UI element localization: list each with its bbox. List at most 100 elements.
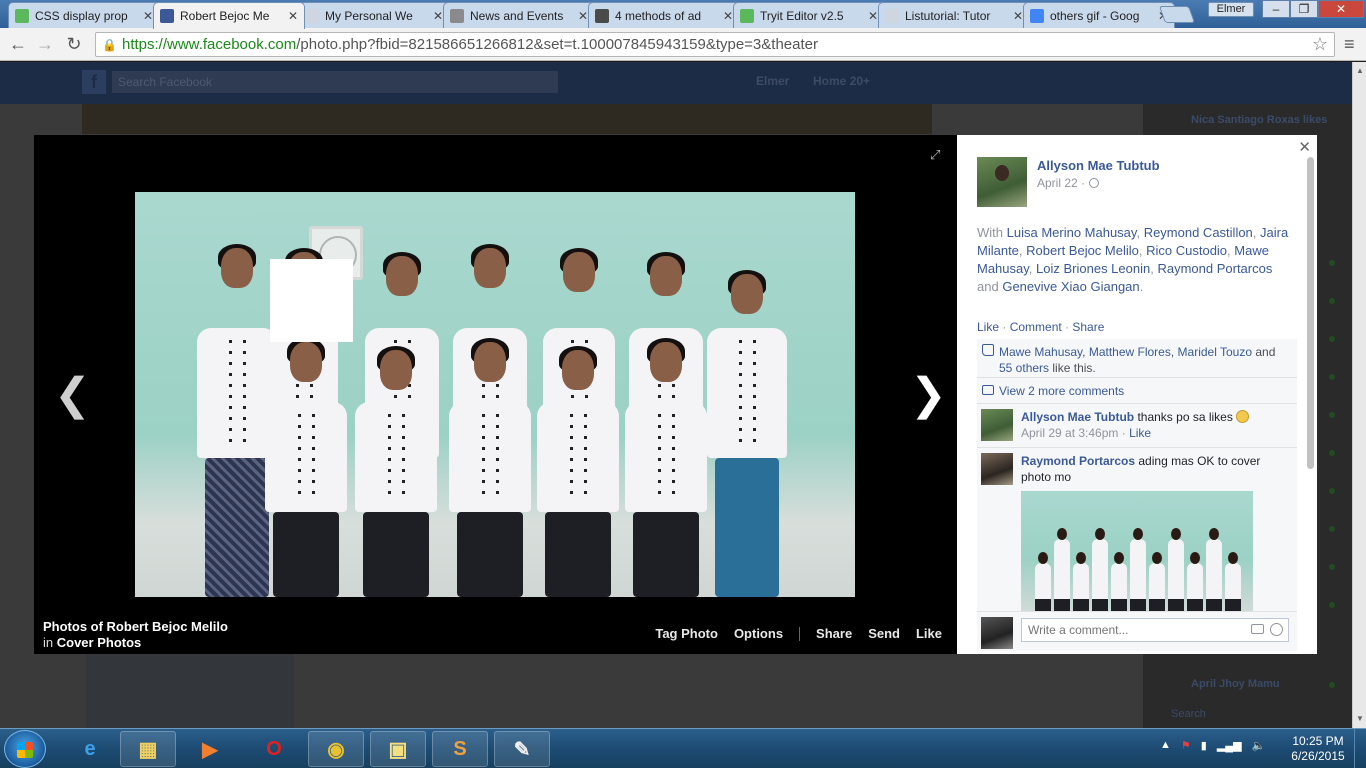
show-desktop-button[interactable] bbox=[1354, 729, 1366, 768]
maximize-button[interactable]: ❐ bbox=[1290, 0, 1318, 18]
volume-icon[interactable]: 🔈 bbox=[1252, 739, 1266, 752]
caption-title[interactable]: Photos of Robert Bejoc Melilo bbox=[43, 619, 228, 635]
browser-tab[interactable]: My Personal We ✕ bbox=[298, 2, 450, 28]
browser-tab[interactable]: others gif - Goog✕ bbox=[1023, 2, 1175, 28]
tagged-person-link[interactable]: Raymond Portarcos bbox=[1157, 261, 1272, 276]
tagged-person-link[interactable]: Robert Bejoc Melilo bbox=[1026, 243, 1139, 258]
tab-favicon-icon bbox=[15, 8, 29, 23]
facebook-search-input[interactable]: Search Facebook bbox=[112, 71, 558, 93]
facebook-logo-icon[interactable]: f bbox=[82, 70, 106, 94]
tagged-person-link[interactable]: Genevive Xiao Giangan bbox=[1002, 279, 1139, 294]
browser-tab[interactable]: News and Events ✕ bbox=[443, 2, 595, 28]
minimize-button[interactable]: – bbox=[1262, 0, 1290, 18]
chrome-icon[interactable]: ◉ bbox=[308, 731, 364, 767]
previous-photo-arrow-icon[interactable]: ❮ bbox=[54, 373, 91, 417]
caption-album-link[interactable]: Cover Photos bbox=[57, 635, 142, 650]
liker-link[interactable]: Maridel Touzo bbox=[1178, 345, 1252, 359]
view-more-comments-link[interactable]: View 2 more comments bbox=[999, 384, 1124, 398]
paint-icon[interactable]: ✎ bbox=[494, 731, 550, 767]
comment-like-link[interactable]: Like bbox=[1129, 426, 1151, 440]
post-date-text[interactable]: April 22 · bbox=[1037, 176, 1085, 190]
post-like-link[interactable]: Like bbox=[977, 320, 999, 334]
action-center-flag-icon[interactable]: ⚑ bbox=[1181, 739, 1191, 752]
send-button[interactable]: Send bbox=[868, 626, 900, 641]
close-viewer-icon[interactable]: ✕ bbox=[1298, 138, 1311, 156]
tagged-person-link[interactable]: Luisa Merino Mahusay bbox=[1007, 225, 1137, 240]
address-bar[interactable]: 🔒 https://www.facebook.com/photo.php?fbi… bbox=[95, 32, 1335, 57]
post-share-link[interactable]: Share bbox=[1072, 320, 1104, 334]
forward-arrow-icon[interactable]: → bbox=[33, 33, 57, 55]
header-user-link[interactable]: Elmer bbox=[756, 74, 789, 88]
author-avatar[interactable] bbox=[977, 157, 1027, 207]
browser-tab[interactable]: Robert Bejoc Me ✕ bbox=[153, 2, 305, 29]
tab-close-icon[interactable]: ✕ bbox=[143, 9, 153, 23]
scroll-down-icon[interactable]: ▼ bbox=[1356, 714, 1364, 723]
tagged-person-link[interactable]: Reymond Castillon bbox=[1144, 225, 1253, 240]
commenter-name[interactable]: Raymond Portarcos bbox=[1021, 454, 1135, 468]
tagged-person-link[interactable]: Loiz Briones Leonin bbox=[1036, 261, 1150, 276]
tab-close-icon[interactable]: ✕ bbox=[288, 9, 298, 23]
system-clock[interactable]: 10:25 PM 6/26/2015 bbox=[1290, 734, 1346, 764]
tag-photo-button[interactable]: Tag Photo bbox=[655, 626, 718, 641]
window-user-badge[interactable]: Elmer bbox=[1208, 2, 1254, 17]
others-likes-link[interactable]: 55 others bbox=[999, 361, 1049, 375]
reload-icon[interactable]: ↻ bbox=[62, 33, 86, 55]
file-explorer-icon[interactable]: ▦ bbox=[120, 731, 176, 767]
author-name[interactable]: Allyson Mae Tubtub bbox=[1037, 158, 1160, 173]
like-button[interactable]: Like bbox=[916, 626, 942, 641]
tab-close-icon[interactable]: ✕ bbox=[868, 9, 878, 23]
next-photo-arrow-icon[interactable]: ❯ bbox=[910, 373, 947, 417]
comment-timestamp[interactable]: April 29 at 3:46pm · bbox=[1021, 426, 1126, 440]
internet-explorer-icon[interactable]: e bbox=[62, 731, 118, 767]
header-home-link[interactable]: Home 20+ bbox=[813, 74, 870, 88]
share-button[interactable]: Share bbox=[816, 626, 852, 641]
tagged-person-link[interactable]: Rico Custodio bbox=[1146, 243, 1227, 258]
browser-tab[interactable]: CSS display prop ✕ bbox=[8, 2, 160, 28]
fullscreen-expand-icon[interactable]: ⤢ bbox=[930, 148, 942, 161]
public-globe-icon[interactable] bbox=[1089, 178, 1100, 188]
browser-tab[interactable]: Tryit Editor v2.5 ✕ bbox=[733, 2, 885, 28]
commenter-name[interactable]: Allyson Mae Tubtub bbox=[1021, 410, 1134, 424]
chat-contact[interactable]: April Jhoy Mamu bbox=[1191, 678, 1280, 690]
page-scrollbar[interactable]: ▲ ▼ bbox=[1352, 62, 1366, 728]
comment-input[interactable] bbox=[1021, 618, 1289, 642]
media-player-icon[interactable]: ▶ bbox=[182, 731, 238, 767]
tab-close-icon[interactable]: ✕ bbox=[1013, 9, 1023, 23]
commenter-avatar[interactable] bbox=[981, 409, 1013, 441]
commenter-avatar[interactable] bbox=[981, 453, 1013, 485]
ticker-item[interactable]: Nica Santiago Roxas likes bbox=[1191, 114, 1327, 126]
with-prefix: With bbox=[977, 225, 1003, 240]
network-signal-icon[interactable]: ▂▄▆ bbox=[1217, 739, 1242, 752]
battery-icon[interactable]: ▮ bbox=[1201, 739, 1207, 752]
tab-close-icon[interactable]: ✕ bbox=[723, 9, 733, 23]
tab-favicon-icon bbox=[885, 8, 899, 23]
photo-person bbox=[1035, 552, 1051, 615]
back-arrow-icon[interactable]: ← bbox=[6, 33, 30, 55]
show-hidden-icons-icon[interactable]: ▲ bbox=[1160, 739, 1171, 752]
comment-photo-attachment[interactable] bbox=[1021, 491, 1253, 615]
sticky-notes-icon[interactable]: ▣ bbox=[370, 731, 426, 767]
chrome-menu-icon[interactable]: ≡ bbox=[1344, 34, 1355, 55]
opera-icon[interactable]: O bbox=[246, 731, 302, 767]
liker-link[interactable]: Matthew Flores bbox=[1089, 345, 1171, 359]
liker-link[interactable]: Mawe Mahusay bbox=[999, 345, 1082, 359]
bookmark-star-icon[interactable]: ☆ bbox=[1312, 34, 1328, 55]
camera-icon[interactable] bbox=[1251, 624, 1264, 634]
post-comment-link[interactable]: Comment bbox=[1010, 320, 1062, 334]
tab-close-icon[interactable]: ✕ bbox=[578, 9, 588, 23]
group-photo[interactable] bbox=[135, 192, 855, 597]
chat-search[interactable]: Search bbox=[1171, 708, 1206, 720]
browser-tab[interactable]: 4 methods of ad ✕ bbox=[588, 2, 740, 28]
tab-close-icon[interactable]: ✕ bbox=[433, 9, 443, 23]
close-window-button[interactable]: ✕ bbox=[1318, 0, 1364, 18]
browser-tab[interactable]: Listutorial: Tutor ✕ bbox=[878, 2, 1030, 28]
panel-scrollbar-thumb[interactable] bbox=[1307, 157, 1314, 469]
start-button[interactable] bbox=[4, 730, 46, 768]
photo-actions: Tag Photo Options Share Send Like bbox=[655, 626, 942, 641]
new-tab-button[interactable] bbox=[1158, 6, 1196, 23]
scroll-up-icon[interactable]: ▲ bbox=[1356, 66, 1364, 75]
sublime-text-icon[interactable]: S bbox=[432, 731, 488, 767]
separator-dot: · bbox=[999, 320, 1010, 334]
options-button[interactable]: Options bbox=[734, 626, 783, 641]
emoji-icon[interactable] bbox=[1270, 623, 1283, 636]
